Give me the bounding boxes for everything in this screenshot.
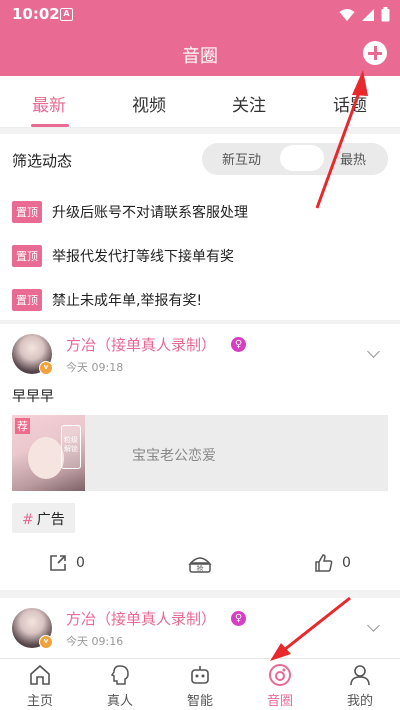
- verified-badge: v: [39, 635, 53, 649]
- post-text: 早早早: [12, 389, 54, 405]
- svg-text:抢: 抢: [197, 564, 204, 573]
- nav-real-person-label: 真人: [106, 694, 133, 709]
- tab-video[interactable]: 视频: [132, 91, 166, 116]
- page-title: 音圈: [182, 46, 218, 67]
- nav-home-label: 主页: [26, 694, 53, 709]
- post-media[interactable]: 荐 粒级解锁 宝宝老公恋爱: [12, 415, 388, 491]
- status-indicators: [339, 7, 390, 22]
- robot-icon: [191, 666, 209, 684]
- filter-row: 筛选动态 新互动 最新 最热: [0, 134, 400, 184]
- like-count: 0: [342, 555, 351, 571]
- pinned-notices: 置顶 升级后账号不对请联系客服处理 置顶 举报代发代打等线下接单有奖 置顶 禁止…: [0, 184, 400, 320]
- tab-topics[interactable]: 话题: [333, 91, 367, 116]
- pinned-text: 禁止未成年单,举报有奖!: [52, 293, 203, 309]
- filter-option-hottest[interactable]: 最热: [340, 149, 366, 168]
- topic-tag-label: 广告: [36, 512, 65, 528]
- bottom-navigation: 主页 真人 智能 音圈 我的: [0, 658, 400, 710]
- nav-home[interactable]: 主页: [0, 659, 80, 710]
- share-count: 0: [76, 555, 85, 571]
- pinned-item[interactable]: 置顶 禁止未成年单,举报有奖!: [12, 288, 202, 312]
- person-tag-icon: [110, 665, 129, 685]
- grab-icon: 抢: [188, 557, 212, 573]
- tab-following[interactable]: 关注: [232, 91, 266, 116]
- pinned-badge: 置顶: [12, 289, 42, 311]
- post-card: v 方冶（接单真人录制） ♀ 今天 09:18 早早早 荐 粒级解锁 宝宝老公恋…: [0, 324, 400, 590]
- post-username[interactable]: 方冶（接单真人录制）: [66, 608, 216, 629]
- hash-icon: #: [22, 512, 34, 528]
- nav-smart[interactable]: 智能: [160, 659, 240, 710]
- topic-tag[interactable]: # 广告: [12, 503, 75, 533]
- pinned-badge: 置顶: [12, 201, 42, 223]
- media-caption: 宝宝老公恋爱: [132, 448, 216, 464]
- top-app-bar: 音圈: [0, 30, 400, 76]
- pinned-badge: 置顶: [12, 245, 42, 267]
- sound-circle-icon: [269, 664, 291, 686]
- status-bar: 10:02 A: [0, 0, 400, 30]
- grab-button[interactable]: 抢: [187, 553, 213, 575]
- pinned-text: 举报代发代打等线下接单有奖: [52, 249, 234, 265]
- nav-me-label: 我的: [346, 694, 373, 709]
- nav-sound-circle[interactable]: 音圈: [240, 659, 320, 710]
- chevron-down-icon[interactable]: [367, 619, 380, 632]
- post-time: 今天 09:18: [66, 361, 124, 374]
- user-icon: [350, 665, 370, 686]
- nav-sound-circle-label: 音圈: [266, 694, 293, 709]
- share-button[interactable]: 0: [48, 553, 85, 573]
- app-notification-icon: A: [60, 8, 73, 21]
- thumbnail-face: [28, 437, 64, 479]
- media-thumbnail[interactable]: 荐 粒级解锁: [12, 415, 85, 491]
- verified-badge: v: [39, 361, 53, 375]
- post-username[interactable]: 方冶（接单真人录制）: [66, 334, 216, 355]
- home-icon: [30, 664, 50, 685]
- recommend-tag: 荐: [15, 418, 30, 434]
- pinned-item[interactable]: 置顶 升级后账号不对请联系客服处理: [12, 200, 248, 224]
- filter-label: 筛选动态: [12, 152, 73, 170]
- post-actions: 0 抢 0: [0, 553, 400, 581]
- battery-icon: [381, 7, 390, 22]
- post-card: v 方冶（接单真人录制） ♀ 今天 09:16: [0, 598, 400, 658]
- signal-icon: [362, 8, 374, 21]
- pinned-text: 升级后账号不对请联系客服处理: [52, 205, 248, 221]
- nav-smart-label: 智能: [186, 694, 213, 709]
- pinned-item[interactable]: 置顶 举报代发代打等线下接单有奖: [12, 244, 234, 268]
- nav-real-person[interactable]: 真人: [80, 659, 160, 710]
- tab-latest[interactable]: 最新: [32, 91, 66, 116]
- like-button[interactable]: 0: [314, 553, 351, 573]
- lock-icon: 粒级解锁: [61, 425, 81, 469]
- feed-tabs: 最新 视频 关注 话题: [0, 76, 400, 128]
- tab-active-indicator: [31, 124, 69, 127]
- female-icon: ♀: [231, 337, 246, 352]
- add-post-button[interactable]: [363, 41, 387, 65]
- post-time: 今天 09:16: [66, 635, 124, 648]
- filter-selected-pill: [280, 145, 324, 171]
- chevron-down-icon[interactable]: [367, 345, 380, 358]
- status-time: 10:02: [12, 5, 60, 23]
- female-icon: ♀: [231, 611, 246, 626]
- filter-option-new-interaction[interactable]: 新互动: [222, 149, 261, 168]
- nav-me[interactable]: 我的: [320, 659, 400, 710]
- share-icon: [50, 555, 66, 571]
- thumbs-up-icon: [315, 554, 333, 572]
- wifi-icon: [339, 8, 355, 21]
